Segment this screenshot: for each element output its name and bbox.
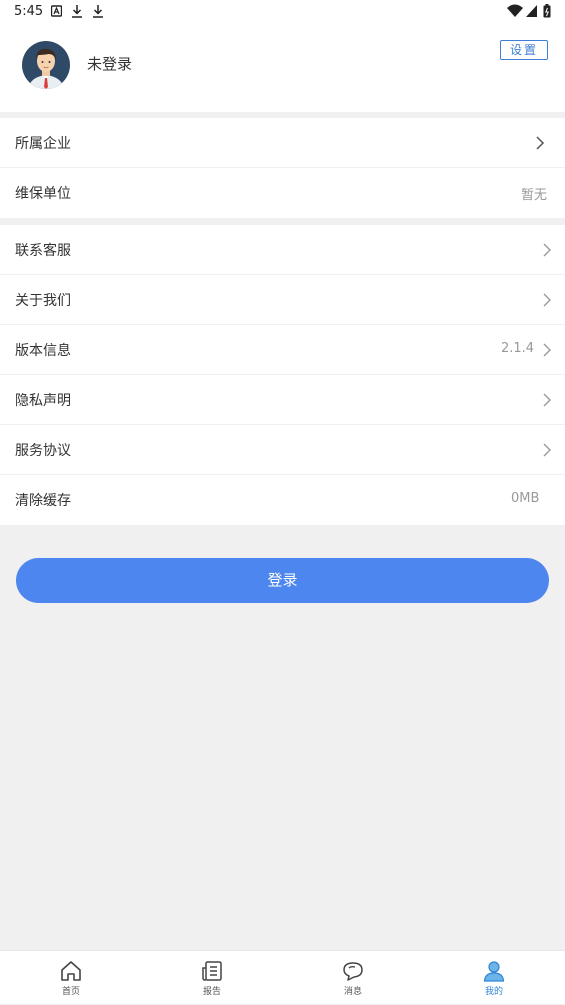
nav-label: 报告 — [202, 987, 221, 997]
chevron-right-icon — [543, 343, 551, 357]
settings-button[interactable]: 设置 — [500, 40, 548, 60]
avatar[interactable] — [22, 41, 70, 89]
list-item-service-agreement[interactable]: 服务协议 — [0, 425, 565, 475]
row-value: 暂无 — [521, 188, 548, 203]
nav-label: 我的 — [484, 987, 503, 997]
nav-label: 首页 — [61, 987, 80, 997]
chevron-right-icon — [543, 293, 551, 307]
list-item-contact-support[interactable]: 联系客服 — [0, 225, 565, 275]
row-label: 清除缓存 — [15, 493, 71, 509]
username-label[interactable]: 未登录 — [87, 53, 132, 74]
report-icon — [202, 961, 222, 981]
battery-icon — [543, 4, 551, 18]
nav-tab-report[interactable]: 报告 — [172, 951, 252, 1005]
profile-icon — [483, 961, 505, 982]
download-icon — [72, 5, 82, 18]
settings-list-section: 联系客服 关于我们 版本信息 2.1.4 隐私声明 服务协议 清除缓存 0MB — [0, 225, 565, 525]
message-icon — [343, 962, 363, 981]
chevron-right-icon — [543, 443, 551, 457]
list-item-company[interactable]: 所属企业 — [0, 118, 565, 168]
nav-tab-home[interactable]: 首页 — [31, 951, 111, 1005]
list-item-clear-cache[interactable]: 清除缓存 0MB — [0, 475, 565, 525]
bottom-nav: 首页 报告 消息 我的 — [0, 950, 565, 1004]
notification-a-icon — [51, 5, 62, 17]
wifi-icon — [507, 4, 523, 17]
row-label: 关于我们 — [15, 293, 71, 309]
list-item-privacy-statement[interactable]: 隐私声明 — [0, 375, 565, 425]
home-icon — [61, 961, 81, 981]
status-time: 5:45 — [14, 4, 44, 19]
row-label: 版本信息 — [15, 343, 71, 359]
nav-tab-profile[interactable]: 我的 — [454, 951, 534, 1005]
list-item-version-info[interactable]: 版本信息 2.1.4 — [0, 325, 565, 375]
row-label: 隐私声明 — [15, 393, 71, 409]
status-bar: 5:45 — [0, 0, 565, 24]
version-value: 2.1.4 — [501, 341, 535, 356]
download-icon-2 — [93, 5, 103, 18]
cache-size-value: 0MB — [511, 491, 540, 506]
nav-tab-messages[interactable]: 消息 — [313, 951, 393, 1005]
row-label: 维保单位 — [15, 186, 71, 202]
chevron-right-icon — [543, 393, 551, 407]
list-item-about-us[interactable]: 关于我们 — [0, 275, 565, 325]
chevron-right-icon — [543, 243, 551, 257]
row-label: 所属企业 — [15, 136, 71, 152]
signal-icon — [526, 5, 537, 17]
login-button[interactable]: 登录 — [16, 558, 549, 603]
row-label: 服务协议 — [15, 443, 71, 459]
profile-header: 未登录 设置 — [0, 24, 565, 112]
company-info-section: 所属企业 维保单位 暂无 — [0, 118, 565, 218]
chevron-right-icon — [536, 136, 545, 150]
list-item-maintenance-unit[interactable]: 维保单位 暂无 — [0, 168, 565, 218]
row-label: 联系客服 — [15, 243, 71, 259]
nav-label: 消息 — [343, 987, 362, 997]
